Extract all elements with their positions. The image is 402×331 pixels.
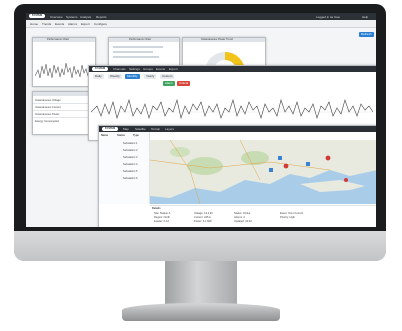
map-marker-blue-1[interactable] [278, 156, 282, 160]
toolbar-export[interactable]: Export [81, 22, 90, 26]
toolbar: Home Trends Events Alarms Export Configu… [26, 20, 376, 28]
filter-monthly[interactable]: Monthly [125, 74, 140, 79]
tab-export[interactable]: Export [169, 67, 178, 71]
menu-analysis[interactable]: Analysis [80, 15, 91, 19]
table-row: Instantaneous Power [35, 113, 60, 116]
toolbar-home[interactable]: Home [30, 22, 38, 26]
list-header-status: Status [117, 134, 125, 137]
filter-weekly[interactable]: Weekly [108, 74, 122, 79]
left-chart-panel: Performance Chart [32, 37, 96, 87]
critical-badge[interactable]: Critical [177, 81, 191, 86]
filter-custom[interactable]: Custom [160, 74, 175, 79]
site-list: Name Status Type Substation 1 Substation… [99, 132, 150, 204]
monitor-base [122, 303, 280, 321]
table-row: Instantaneous Voltage [35, 99, 61, 102]
trend-window-logo: SYSTEM [92, 67, 108, 71]
menu-reports[interactable]: Reports [96, 15, 107, 19]
help-link[interactable]: Help [362, 15, 368, 19]
toolbar-alarms[interactable]: Alarms [68, 22, 77, 26]
monitor-chin [14, 231, 386, 261]
list-header-name: Name [101, 134, 109, 137]
details-panel: Details Site: Station A Region: North Fe… [150, 205, 376, 227]
mid-panel-title: Performance Chart [129, 38, 151, 41]
brand-logo: SYSTEM [29, 14, 45, 18]
details-region: Region: North [154, 216, 171, 219]
map-marker-red-2[interactable] [325, 155, 331, 161]
gauge-panel-title: Instantaneous Power Trend [201, 38, 233, 41]
details-status: Status: Online [234, 212, 251, 215]
map-marker-red-3[interactable] [344, 178, 348, 182]
tab-map[interactable]: Map [123, 127, 129, 131]
screen: SYSTEM Overview Systems Analysis Reports… [26, 13, 376, 227]
map-marker-blue-2[interactable] [269, 168, 273, 172]
tab-settings[interactable]: Settings [129, 67, 140, 71]
details-event: Event: Over Current [280, 212, 304, 215]
tab-events[interactable]: Events [156, 67, 165, 71]
menu-overview[interactable]: Overview [50, 15, 63, 19]
details-alarms: Alarms: 2 [234, 216, 245, 219]
map-view[interactable] [150, 140, 376, 204]
alarm-badge[interactable]: Alarm [163, 81, 175, 86]
tab-groups[interactable]: Groups [143, 67, 153, 71]
tab-terrain[interactable]: Terrain [151, 127, 160, 131]
list-item[interactable]: Substation 3 [123, 156, 137, 159]
filter-yearly[interactable]: Yearly [144, 74, 157, 79]
table-row: Instantaneous Current [35, 106, 61, 109]
list-header-type: Type [133, 134, 139, 137]
tab-layers[interactable]: Layers [165, 127, 174, 131]
toolbar-configure[interactable]: Configure [94, 22, 107, 26]
list-item[interactable]: Substation 2 [123, 149, 137, 152]
toolbar-trends[interactable]: Trends [42, 22, 51, 26]
left-spark-chart [35, 62, 93, 79]
list-item[interactable]: Substation 4 [123, 163, 137, 166]
tab-channels[interactable]: Channels [113, 67, 126, 71]
left-table: Instantaneous Voltage Instantaneous Curr… [32, 91, 90, 135]
details-priority: Priority: High [280, 216, 295, 219]
details-title: Details [152, 207, 161, 210]
list-item[interactable]: Substation 5 [123, 170, 137, 173]
left-panel-title: Performance Chart [47, 38, 69, 41]
details-power: Power: 3.1 MW [194, 220, 212, 223]
map-window-logo: SYSTEM [102, 127, 118, 131]
tab-satellite[interactable]: Satellite [135, 127, 146, 131]
map-marker-red-1[interactable] [283, 163, 289, 169]
toolbar-events[interactable]: Events [55, 22, 64, 26]
app-header: SYSTEM Overview Systems Analysis Reports… [26, 13, 376, 20]
menu-systems[interactable]: Systems [66, 15, 78, 19]
table-row: Energy Consumption [35, 120, 60, 123]
map-marker-blue-3[interactable] [306, 162, 310, 166]
refresh-button[interactable]: Refresh [359, 32, 374, 37]
user-label[interactable]: Logged in as User [316, 15, 340, 19]
list-item[interactable]: Substation 1 [123, 142, 137, 145]
filter-daily[interactable]: Daily [93, 74, 104, 79]
details-current: Current: 245 A [194, 216, 211, 219]
details-feeder: Feeder: F-12 [154, 220, 169, 223]
details-voltage: Voltage: 13.2 kV [194, 212, 213, 215]
map-window: SYSTEM Map Satellite Terrain Layers Name… [98, 125, 376, 227]
details-site: Site: Station A [154, 212, 171, 215]
list-item[interactable]: Substation 6 [123, 177, 137, 180]
details-updated: Updated: 10:42 [234, 220, 252, 223]
